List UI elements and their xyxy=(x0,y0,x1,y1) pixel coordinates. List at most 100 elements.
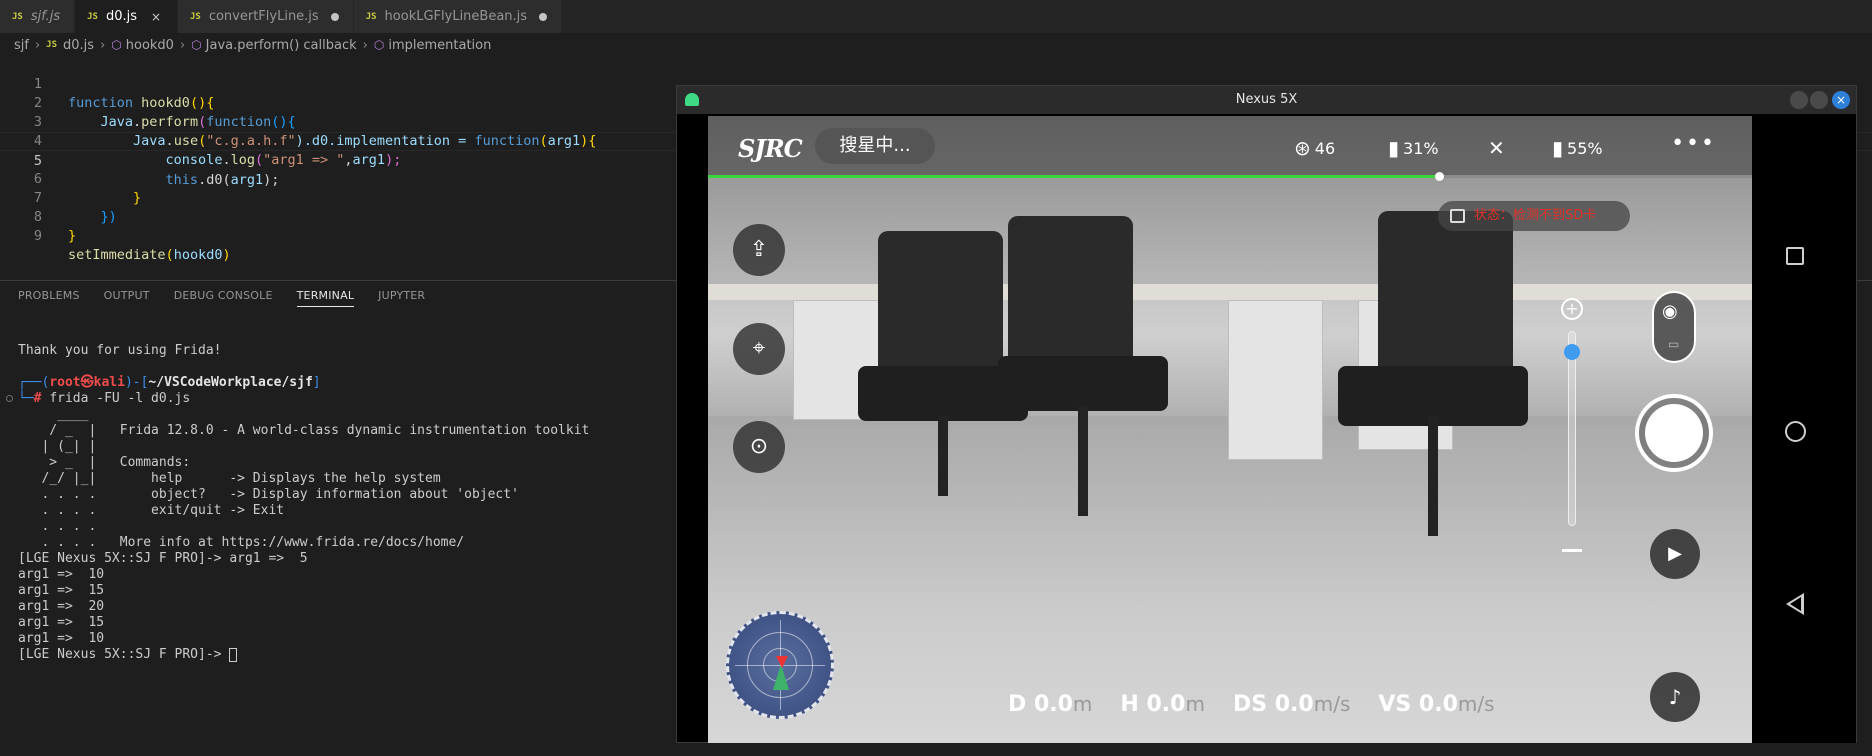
terminal-output-line: arg1 => 10 xyxy=(18,631,105,646)
telemetry-bar: D 0.0m H 0.0m DS 0.0m/s VS 0.0m/s xyxy=(1008,692,1495,717)
js-file-icon: JS xyxy=(46,40,58,50)
breadcrumb-symbol-callback[interactable]: Java.perform() callback xyxy=(206,38,357,53)
js-file-icon: JS xyxy=(365,11,377,22)
frida-banner-line: /_/ |_| help -> Displays the help system xyxy=(18,471,441,486)
unsaved-dot-icon[interactable] xyxy=(330,12,339,21)
zoom-out-icon[interactable] xyxy=(1562,549,1582,552)
terminal-cursor xyxy=(229,647,238,662)
zoom-in-icon[interactable]: + xyxy=(1561,298,1583,320)
terminal-output-line: arg1 => 15 xyxy=(18,615,105,630)
sd-status-text: 状态：检测不到SD卡 xyxy=(1474,208,1597,223)
panel-tab-terminal[interactable]: TERMINAL xyxy=(296,289,355,307)
shutter-button[interactable] xyxy=(1635,394,1713,472)
home-icon[interactable] xyxy=(1785,421,1806,442)
emulator-title-bar[interactable]: Nexus 5X × xyxy=(677,86,1856,114)
compass-radar xyxy=(726,611,834,719)
breadcrumb-file[interactable]: d0.js xyxy=(63,38,94,53)
chevron-right-icon: › xyxy=(34,37,41,53)
sjrc-logo: SJRC xyxy=(738,134,803,163)
frida-banner-line: . . . . xyxy=(18,519,97,534)
unsaved-dot-icon[interactable] xyxy=(539,12,548,21)
terminal-output-line: arg1 => 10 xyxy=(18,567,105,582)
frida-banner-line: . . . . More info at https://www.frida.r… xyxy=(18,535,465,550)
panel-tab-output[interactable]: OUTPUT xyxy=(104,289,150,307)
breadcrumb-folder[interactable]: sjf xyxy=(14,38,29,53)
gps-search-status[interactable]: 搜星中... xyxy=(815,128,935,164)
command-decoration-icon[interactable] xyxy=(6,395,13,402)
breadcrumb-symbol-implementation[interactable]: implementation xyxy=(388,38,491,53)
gps-signal: ✕ xyxy=(1488,136,1509,160)
frida-banner-line: / _ | Frida 12.8.0 - A world-class dynam… xyxy=(18,423,590,438)
tab-convertflyline-js[interactable]: JS convertFlyLine.js xyxy=(177,0,354,33)
terminal-line: Thank you for using Frida! xyxy=(18,343,222,358)
tab-hooklgflylinebean-js[interactable]: JS hookLGFlyLineBean.js xyxy=(353,0,563,33)
camera-feed-chair xyxy=(1008,216,1133,366)
code-line[interactable]: 1 function hookd0(){ xyxy=(0,56,1872,111)
telemetry-height: H 0.0m xyxy=(1120,692,1205,717)
close-button[interactable]: × xyxy=(1832,91,1850,109)
takeoff-icon: ⇪ xyxy=(749,237,769,262)
joystick-button[interactable]: ⊙ xyxy=(733,421,785,473)
zoom-slider[interactable] xyxy=(1568,331,1576,526)
chevron-right-icon: › xyxy=(362,37,368,53)
shutter-inner xyxy=(1645,404,1703,462)
final-prompt-text: [LGE Nexus 5X::SJ F PRO]-> xyxy=(18,647,230,662)
satellite-count: ⊛ 46 xyxy=(1294,136,1336,160)
frida-banner-line: . . . . exit/quit -> Exit xyxy=(18,503,285,518)
satellite-icon: ⊛ xyxy=(1294,136,1311,160)
phone-battery: ▮ 55% xyxy=(1552,136,1603,160)
symbol-method-icon: ⬡ xyxy=(191,38,202,52)
js-file-icon: JS xyxy=(12,11,23,22)
camera-feed-cabinet xyxy=(1228,300,1323,460)
flight-progress-bar xyxy=(708,172,1752,181)
minimize-button[interactable] xyxy=(1790,91,1808,109)
photo-video-toggle[interactable]: ◉ ▭ xyxy=(1652,291,1696,363)
drone-camera-screen[interactable]: SJRC 搜星中... ⊛ 46 ▮ 31% ✕ ▮ 55% ••• 状态：检测不到S… xyxy=(708,116,1752,743)
battery-icon: ▮ xyxy=(1388,136,1400,160)
recents-icon[interactable] xyxy=(1786,247,1804,265)
waypoint-button[interactable]: ⌖ xyxy=(733,323,785,375)
tab-sjf-js[interactable]: JS sjf.js xyxy=(0,0,76,33)
zoom-slider-knob[interactable] xyxy=(1564,344,1580,360)
voice-control-button[interactable]: ♪ xyxy=(1650,672,1700,722)
battery-clock-icon: ▮ xyxy=(1552,136,1564,160)
frida-banner-line: > _ | Commands: xyxy=(18,455,191,470)
map-pin-icon: ⌖ xyxy=(752,336,766,361)
takeoff-button[interactable]: ⇪ xyxy=(733,224,785,276)
panel-tab-jupyter[interactable]: JUPYTER xyxy=(378,289,425,307)
camera-feed-chair xyxy=(1078,406,1088,516)
chevron-right-icon: › xyxy=(179,37,186,53)
terminal-output-line: arg1 => 20 xyxy=(18,599,105,614)
js-file-icon: JS xyxy=(189,11,201,22)
terminal-output[interactable]: Thank you for using Frida! ┌──(root㉿kali… xyxy=(18,343,589,663)
more-options-icon[interactable]: ••• xyxy=(1671,131,1716,156)
close-icon[interactable]: × xyxy=(149,10,163,24)
sd-card-icon xyxy=(1450,209,1465,223)
camera-feed-chair xyxy=(878,231,1003,381)
camera-icon: ◉ xyxy=(1662,301,1678,322)
satellite-dish-icon: ✕ xyxy=(1488,136,1505,160)
terminal-prompt-line: ┌──(root㉿kali)-[~/VSCodeWorkplace/sjf] xyxy=(18,375,321,390)
panel-tab-debug-console[interactable]: DEBUG CONSOLE xyxy=(174,289,273,307)
symbol-method-icon: ⬡ xyxy=(373,38,385,52)
android-nav-bar xyxy=(1752,116,1856,743)
emulator-title: Nexus 5X xyxy=(1235,92,1298,107)
tab-label: convertFlyLine.js xyxy=(208,9,319,24)
telemetry-horizontal-speed: DS 0.0m/s xyxy=(1232,692,1351,717)
progress-knob xyxy=(1434,172,1444,181)
maximize-button[interactable] xyxy=(1810,91,1828,109)
panel-tab-bar: PROBLEMS OUTPUT DEBUG CONSOLE TERMINAL J… xyxy=(18,289,425,307)
drone-arrow-icon xyxy=(776,656,788,668)
tab-label: sjf.js xyxy=(30,9,61,24)
breadcrumb-symbol-hookd0[interactable]: hookd0 xyxy=(126,38,174,53)
tab-d0-js[interactable]: JS d0.js × xyxy=(75,0,178,33)
panel-tab-problems[interactable]: PROBLEMS xyxy=(18,289,80,307)
camera-feed-chair xyxy=(938,416,948,496)
back-icon[interactable] xyxy=(1786,593,1804,615)
tab-label: hookLGFlyLineBean.js xyxy=(384,9,528,24)
terminal-command: frida -FU -l d0.js xyxy=(49,391,191,406)
code-token: } xyxy=(68,228,77,244)
video-icon: ▭ xyxy=(1668,337,1680,351)
media-gallery-button[interactable]: ▶ xyxy=(1650,529,1700,579)
terminal-final-prompt[interactable]: [LGE Nexus 5X::SJ F PRO]-> xyxy=(18,647,589,663)
